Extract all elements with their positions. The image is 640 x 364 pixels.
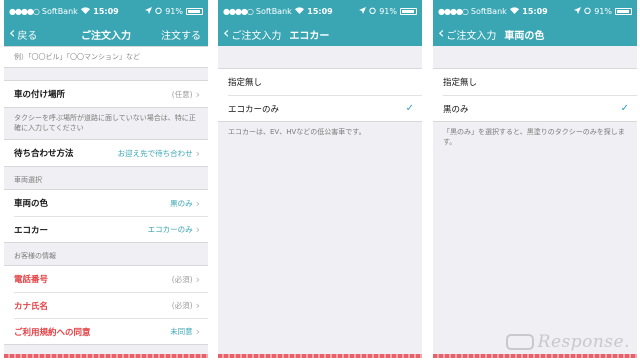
chevron-left-icon: ‹: [223, 23, 230, 42]
battery-icon: [400, 7, 417, 15]
terms-agreement-value: 未同意: [170, 327, 193, 337]
back-button[interactable]: ‹ ご注文入力: [433, 23, 497, 42]
vehicle-selection-header: 車両選択: [14, 176, 42, 185]
watermark-text: Response.: [537, 332, 630, 352]
option-black-only-label: 黒のみ: [443, 104, 469, 115]
terms-agreement-row[interactable]: ご利用規約への同意 未同意 ›: [14, 318, 208, 344]
vehicle-color-screen: ●●●●○ SoftBank 15:09 91% ‹ ご注文入力 車両の色 指定…: [433, 0, 637, 358]
vehicle-color-note: 「黒のみ」を選択すると、黒塗りのタクシーのみを探します。: [443, 128, 625, 147]
eco-car-options: 指定無し エコカーのみ ✓: [218, 68, 422, 122]
page-title: 車両の色: [504, 30, 545, 42]
checkmark-icon: ✓: [620, 103, 629, 114]
phone-number-row[interactable]: 電話番号 (必須) ›: [4, 266, 208, 292]
address-hint-section: 例）「〇〇ビル」「〇〇マンション」など: [4, 46, 208, 68]
navigation-bar: ‹ 戻る ご注文入力 注文する: [4, 22, 208, 46]
status-time: 15:09: [522, 6, 548, 16]
option-no-preference-label: 指定無し: [443, 78, 478, 88]
meeting-method-label: 待ち合わせ方法: [14, 149, 74, 160]
chevron-left-icon: ‹: [9, 23, 16, 42]
order-input-screen: ●●●●○ SoftBank 15:09 91% ‹ 戻る ご注文入力 注文する: [4, 0, 208, 358]
customer-info-header: お客様の情報: [14, 252, 56, 261]
option-no-preference[interactable]: 指定無し: [433, 69, 637, 95]
eco-car-label: エコカー: [14, 225, 49, 236]
vehicle-color-options: 指定無し 黒のみ ✓: [433, 68, 637, 122]
address-hint-text: 例）「〇〇ビル」「〇〇マンション」など: [14, 53, 140, 61]
navigation-bar: ‹ ご注文入力 エコカー: [218, 22, 422, 46]
eco-car-value: エコカーのみ: [147, 225, 193, 235]
chevron-right-icon: ›: [195, 272, 200, 286]
phone-number-value: (必須): [171, 274, 193, 284]
vehicle-color-label: 車両の色: [14, 199, 49, 210]
pickup-section: 車の付け場所 (任意) ›: [4, 80, 208, 108]
back-label: 戻る: [17, 30, 38, 42]
navigation-bar: ‹ ご注文入力 車両の色: [433, 22, 637, 46]
back-button[interactable]: ‹ ご注文入力: [218, 23, 282, 42]
pickup-note: タクシーを呼ぶ場所が道路に面していない場合は、特に正確に入力してください: [14, 114, 196, 133]
phone-number-label: 電話番号: [14, 275, 49, 286]
option-no-preference-label: 指定無し: [228, 78, 263, 88]
meeting-section: 待ち合わせ方法 お迎え先で待ち合わせ ›: [4, 139, 208, 168]
status-bar: ●●●●○ SoftBank 15:09 91%: [218, 0, 422, 22]
vehicle-color-value: 黒のみ: [170, 198, 193, 208]
status-time: 15:09: [307, 6, 333, 16]
kana-name-value: (必須): [171, 301, 193, 311]
eco-car-row[interactable]: エコカー エコカーのみ ›: [14, 216, 208, 242]
pickup-location-value: (任意): [171, 89, 193, 99]
back-label: ご注文入力: [446, 30, 497, 42]
chevron-right-icon: ›: [195, 87, 200, 101]
checkmark-icon: ✓: [405, 103, 414, 114]
eco-car-note: エコカーは、EV、HVなどの低公害車です。: [228, 128, 366, 136]
chevron-right-icon: ›: [195, 299, 200, 313]
meeting-method-value: お迎え先で待ち合わせ: [117, 148, 193, 158]
footer-stripe: [433, 354, 637, 358]
submit-order-button[interactable]: 注文する: [161, 27, 208, 42]
option-eco-only[interactable]: エコカーのみ ✓: [228, 95, 422, 121]
back-label: ご注文入力: [231, 30, 282, 42]
status-time: 15:09: [93, 6, 119, 16]
option-eco-only-label: エコカーのみ: [228, 104, 280, 115]
chevron-right-icon: ›: [195, 325, 200, 339]
chevron-right-icon: ›: [195, 223, 200, 237]
customer-section: 電話番号 (必須) › カナ氏名 (必須) › ご利用規約への同意 未同意 ›: [4, 265, 208, 346]
kana-name-row[interactable]: カナ氏名 (必須) ›: [14, 292, 208, 318]
chevron-right-icon: ›: [195, 146, 200, 160]
battery-icon: [615, 7, 632, 15]
address-hint-row[interactable]: 例）「〇〇ビル」「〇〇マンション」など: [4, 47, 208, 67]
watermark-logo-icon: [505, 334, 534, 350]
status-bar: ●●●●○ SoftBank 15:09 91%: [433, 0, 637, 22]
page-title: エコカー: [289, 30, 330, 42]
pickup-location-row[interactable]: 車の付け場所 (任意) ›: [4, 81, 208, 107]
meeting-method-row[interactable]: 待ち合わせ方法 お迎え先で待ち合わせ ›: [4, 140, 208, 166]
watermark-logo: Response.: [505, 332, 630, 352]
status-bar: ●●●●○ SoftBank 15:09 91%: [4, 0, 208, 22]
terms-agreement-label: ご利用規約への同意: [14, 327, 91, 338]
vehicle-section: 車両の色 黒のみ › エコカー エコカーのみ ›: [4, 189, 208, 244]
back-button[interactable]: ‹ 戻る: [4, 23, 38, 42]
option-no-preference[interactable]: 指定無し: [218, 69, 422, 95]
chevron-left-icon: ‹: [438, 23, 445, 42]
eco-car-screen: ●●●●○ SoftBank 15:09 91% ‹ ご注文入力 エコカー 指定…: [218, 0, 422, 358]
chevron-right-icon: ›: [195, 196, 200, 210]
vehicle-color-row[interactable]: 車両の色 黒のみ ›: [4, 190, 208, 216]
pickup-location-label: 車の付け場所: [14, 90, 66, 100]
footer-stripe: [218, 354, 422, 358]
kana-name-label: カナ氏名: [14, 301, 49, 312]
battery-icon: [186, 7, 203, 15]
footer-stripe: [4, 354, 208, 358]
option-black-only[interactable]: 黒のみ ✓: [443, 95, 637, 121]
